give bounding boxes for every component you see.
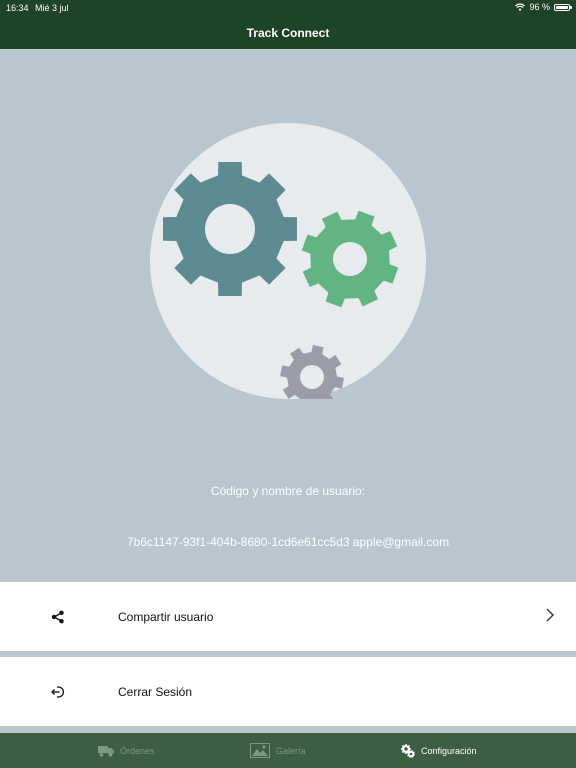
- gears-icon: [401, 743, 415, 758]
- user-code-value: 7b6c1147-93f1-404b-8680-1cd6e61cc5d3 app…: [126, 535, 450, 549]
- gears-illustration: [150, 123, 426, 399]
- page-title: Track Connect: [246, 25, 330, 40]
- user-code-label: Código y nombre de usuario:: [210, 484, 366, 498]
- share-icon: [50, 609, 66, 625]
- tab-configuration-label: Configuración: [421, 745, 477, 756]
- status-indicators: 96 %: [515, 2, 572, 12]
- tab-gallery-label: Galería: [276, 745, 306, 756]
- tab-bar: Órdenes Galería Configuración: [0, 733, 576, 768]
- large-gear-icon: [163, 162, 297, 296]
- tab-configuration[interactable]: Configuración: [401, 733, 477, 768]
- tab-gallery[interactable]: Galería: [250, 733, 306, 768]
- tab-orders[interactable]: Órdenes: [98, 733, 155, 768]
- share-user-label: Compartir usuario: [118, 609, 214, 624]
- status-date: Mié 3 jul: [35, 3, 69, 13]
- wifi-icon: [515, 3, 526, 11]
- chevron-right-icon: [546, 608, 554, 622]
- logout-button[interactable]: Cerrar Sesión: [0, 657, 576, 726]
- battery-fill: [556, 5, 568, 9]
- status-bar: 16:34 Mié 3 jul 96 %: [0, 0, 576, 16]
- battery-percent: 96 %: [529, 2, 550, 12]
- logout-label: Cerrar Sesión: [118, 684, 193, 699]
- tab-orders-label: Órdenes: [120, 745, 155, 756]
- nav-bar: Track Connect: [0, 16, 576, 49]
- image-icon: [250, 743, 270, 758]
- hero-section: Código y nombre de usuario: 7b6c1147-93f…: [0, 49, 576, 582]
- battery-icon: [554, 3, 572, 11]
- logout-icon: [50, 684, 66, 700]
- status-time: 16:34: [6, 3, 29, 13]
- truck-icon: [98, 745, 114, 757]
- share-user-button[interactable]: Compartir usuario: [0, 582, 576, 651]
